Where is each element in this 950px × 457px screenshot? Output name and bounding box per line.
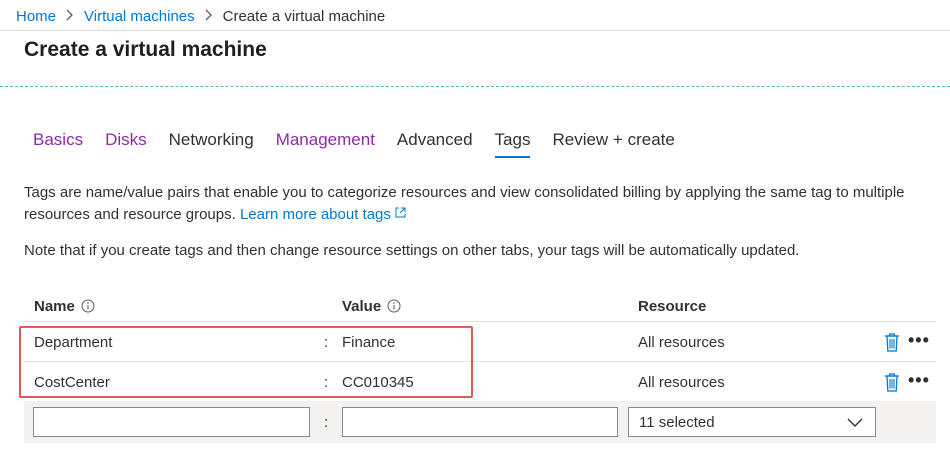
breadcrumb-virtual-machines[interactable]: Virtual machines (84, 8, 195, 25)
chevron-right-icon (66, 9, 74, 24)
learn-more-link[interactable]: Learn more about tags (240, 206, 406, 223)
description-text: Tags are name/value pairs that enable yo… (24, 184, 905, 223)
new-tag-name-input[interactable] (33, 407, 310, 437)
breadcrumb: Home Virtual machines Create a virtual m… (16, 6, 385, 26)
tab-bar: Basics Disks Networking Management Advan… (33, 130, 697, 158)
external-link-icon (395, 207, 406, 218)
tab-advanced[interactable]: Advanced (397, 130, 473, 158)
tab-disks[interactable]: Disks (105, 130, 147, 158)
breadcrumb-current: Create a virtual machine (222, 7, 386, 25)
highlight-box (19, 326, 473, 398)
resource-column-header: Resource (638, 290, 706, 322)
value-header-label: Value (342, 297, 382, 315)
tab-basics[interactable]: Basics (33, 130, 83, 158)
chevron-right-icon (205, 9, 213, 24)
chevron-down-icon (847, 418, 863, 427)
name-header-label: Name (34, 297, 75, 315)
page-title: Create a virtual machine (24, 38, 267, 61)
tab-management[interactable]: Management (276, 130, 375, 158)
tag-resource: All resources (638, 373, 725, 391)
header-divider (0, 30, 950, 31)
resource-header-label: Resource (638, 297, 707, 315)
learn-more-label: Learn more about tags (239, 206, 391, 223)
breadcrumb-home[interactable]: Home (16, 8, 56, 25)
tags-description: Tags are name/value pairs that enable yo… (24, 182, 934, 226)
new-tag-value-input[interactable] (342, 407, 618, 437)
resource-select-value: 11 selected (639, 413, 715, 431)
tab-review-create[interactable]: Review + create (552, 130, 674, 158)
new-tag-row: : 11 selected (24, 401, 936, 443)
delete-icon[interactable] (884, 332, 900, 352)
tab-tags[interactable]: Tags (494, 130, 531, 158)
resource-select[interactable]: 11 selected (628, 407, 876, 437)
value-column-header: Value (342, 290, 401, 322)
delete-icon[interactable] (884, 372, 900, 392)
info-icon[interactable] (81, 299, 95, 313)
more-options-icon[interactable]: ••• (908, 370, 930, 390)
tab-networking[interactable]: Networking (169, 130, 254, 158)
info-icon[interactable] (387, 299, 401, 313)
table-header: Name Value Resource (24, 290, 936, 322)
name-value-separator: : (324, 413, 329, 431)
more-options-icon[interactable]: ••• (908, 330, 930, 350)
name-column-header: Name (34, 290, 95, 322)
section-divider (0, 86, 950, 87)
tags-note: Note that if you create tags and then ch… (24, 242, 800, 259)
tag-resource: All resources (638, 333, 725, 351)
